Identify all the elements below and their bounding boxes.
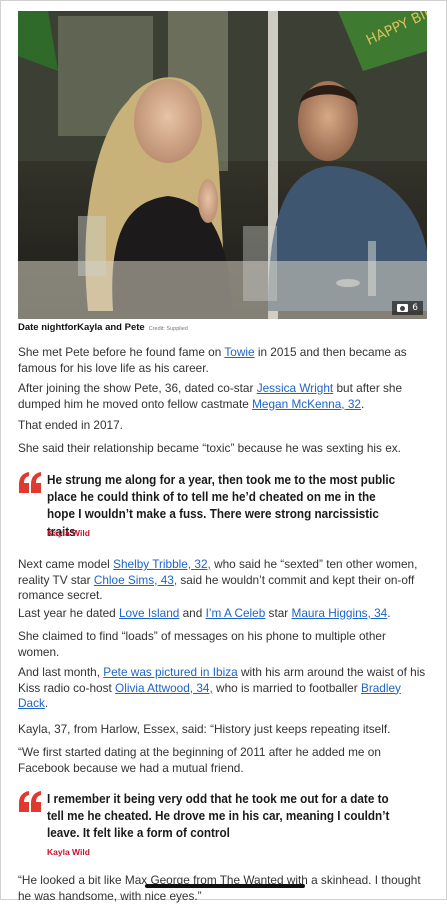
link-love-island[interactable]: Love Island xyxy=(119,606,179,620)
pull-quote-2: I remember it being very odd that he too… xyxy=(18,791,430,857)
paragraph-10: “We first started dating at the beginnin… xyxy=(18,745,381,775)
quote-mark-icon xyxy=(19,472,41,493)
quote-attribution: Kayla Wild xyxy=(47,528,90,538)
text: She met Pete before he found fame on xyxy=(18,345,225,359)
text: After joining the show Pete, 36, dated c… xyxy=(18,381,257,395)
text: star xyxy=(265,606,292,620)
text: And last month, xyxy=(18,665,104,679)
link-pete-ibiza[interactable]: Pete was pictured in Ibiza xyxy=(103,665,237,679)
link-im-a-celeb[interactable]: I’m A Celeb xyxy=(206,606,266,620)
quote-text: He strung me along for a year, then took… xyxy=(47,473,396,539)
text: Next came model xyxy=(18,557,114,571)
quote-mark-icon xyxy=(19,791,41,812)
link-maura-higgins[interactable]: Maura Higgins, 34 xyxy=(292,606,388,620)
paragraph-4: She said their relationship became “toxi… xyxy=(18,441,401,455)
paragraph-1: She met Pete before he found fame on Tow… xyxy=(18,345,428,376)
photo-caption: Date nightforKayla and Pete Credit: Suppl… xyxy=(18,322,188,333)
link-towie[interactable]: Towie xyxy=(224,345,254,359)
quote-text: I remember it being very odd that he too… xyxy=(47,792,390,841)
paragraph-7: She claimed to find “loads” of messages … xyxy=(18,629,386,659)
paragraph-2: After joining the show Pete, 36, dated c… xyxy=(18,381,428,412)
paragraph-9: Kayla, 37, from Harlow, Essex, said: “Hi… xyxy=(18,722,391,736)
camera-icon xyxy=(397,304,409,312)
gallery-count: 6 xyxy=(412,303,418,313)
text: . xyxy=(360,396,365,411)
gallery-count-button[interactable]: 6 xyxy=(392,301,423,315)
link-megan-mckenna[interactable]: Megan McKenna, 32 xyxy=(252,397,361,411)
paragraph-5: Next came model Shelby Tribble, 32, who … xyxy=(18,557,428,604)
paragraph-11: “He looked a bit like Max George from Th… xyxy=(18,873,421,903)
article-photo[interactable]: HAPPY BIRTHDAY 6 xyxy=(18,11,427,319)
paragraph-8: And last month, Pete was pictured in Ibi… xyxy=(18,665,428,712)
text: Last year he dated xyxy=(18,606,119,620)
paragraph-3: That ended in 2017. xyxy=(18,418,123,432)
photo-image: HAPPY BIRTHDAY xyxy=(18,11,427,319)
text: . xyxy=(44,696,49,710)
link-chloe-sims[interactable]: Chloe Sims, 43, xyxy=(94,573,177,587)
scroll-indicator[interactable] xyxy=(145,884,305,888)
text: and xyxy=(179,606,206,620)
caption-text: Date nightforKayla and Pete xyxy=(18,322,145,333)
link-shelby-tribble[interactable]: Shelby Tribble, 32, xyxy=(113,557,211,571)
quote-attribution: Kayla Wild xyxy=(47,847,90,857)
pull-quote-1: He strung me along for a year, then took… xyxy=(18,472,430,542)
text: who is married to footballer xyxy=(212,680,361,695)
text: . xyxy=(387,606,391,620)
photo-credit: Credit: Supplied xyxy=(148,326,188,332)
paragraph-6: Last year he dated Love Island and I’m A… xyxy=(18,606,428,622)
link-olivia-attwood[interactable]: Olivia Attwood, 34, xyxy=(115,681,213,695)
link-jessica-wright[interactable]: Jessica Wright xyxy=(257,381,333,395)
